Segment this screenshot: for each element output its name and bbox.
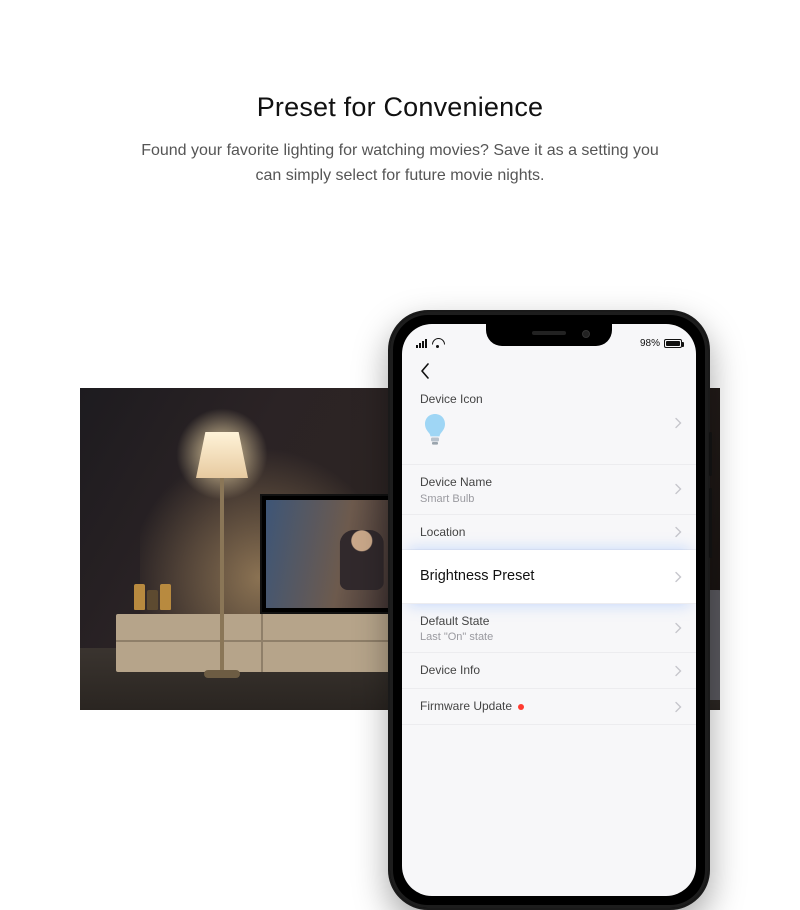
cabinet-illustration <box>116 614 406 672</box>
back-button[interactable] <box>414 360 436 382</box>
hero-title: Preset for Convenience <box>0 92 800 123</box>
setting-row-brightness-preset[interactable]: Brightness Preset <box>402 550 696 603</box>
setting-label: Location <box>420 524 678 541</box>
setting-row-default-state[interactable]: Default State Last "On" state <box>402 604 696 654</box>
setting-row-device-name[interactable]: Device Name Smart Bulb <box>402 465 696 515</box>
chevron-right-icon <box>675 526 682 537</box>
setting-value: Last "On" state <box>420 631 678 643</box>
phone-screen: 98% Device Icon Device Name Smart Bulb <box>402 324 696 896</box>
setting-row-location[interactable]: Location <box>402 515 696 551</box>
phone-side-button <box>709 488 712 558</box>
signal-icon <box>416 339 427 348</box>
phone-frame: 98% Device Icon Device Name Smart Bulb <box>388 310 710 910</box>
update-available-indicator <box>518 704 524 710</box>
setting-label: Brightness Preset <box>420 566 678 586</box>
setting-row-firmware-update[interactable]: Firmware Update <box>402 689 696 725</box>
chevron-right-icon <box>675 417 682 428</box>
wifi-icon <box>431 338 444 348</box>
bulb-icon <box>420 412 450 448</box>
setting-label: Device Name <box>420 474 678 491</box>
phone-notch <box>486 324 612 346</box>
chevron-right-icon <box>675 484 682 495</box>
setting-label: Device Info <box>420 662 678 679</box>
chevron-left-icon <box>420 363 430 379</box>
setting-row-device-info[interactable]: Device Info <box>402 653 696 689</box>
chevron-right-icon <box>675 623 682 634</box>
chevron-right-icon <box>675 665 682 676</box>
setting-value: Smart Bulb <box>420 493 678 505</box>
setting-label: Firmware Update <box>420 698 678 715</box>
setting-label: Default State <box>420 613 678 630</box>
hero-subtitle: Found your favorite lighting for watchin… <box>140 139 660 189</box>
setting-row-device-icon[interactable]: Device Icon <box>402 382 696 465</box>
bottles-illustration <box>134 584 180 614</box>
setting-label: Device Icon <box>420 391 678 408</box>
battery-icon <box>664 339 682 348</box>
battery-percent: 98% <box>640 338 660 349</box>
chevron-right-icon <box>675 571 682 582</box>
chevron-right-icon <box>675 701 682 712</box>
phone-side-button <box>709 432 712 476</box>
